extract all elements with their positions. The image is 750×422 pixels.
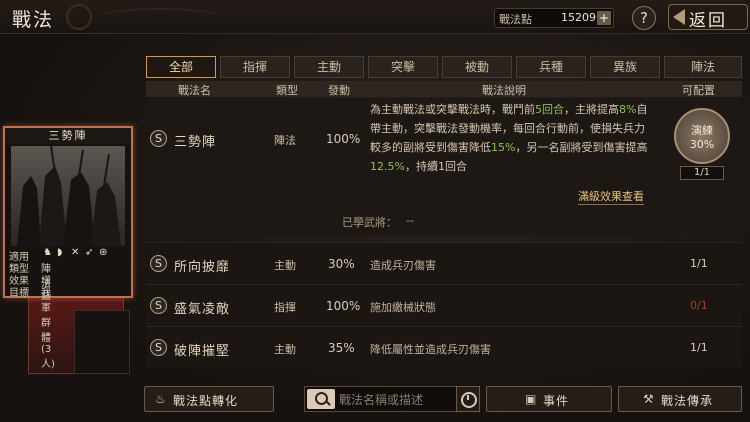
desc-text: ，主將提高 — [564, 103, 619, 116]
back-button[interactable]: 返回 — [668, 4, 748, 31]
tab-troop[interactable]: 兵種 — [516, 56, 586, 78]
train-button[interactable]: 演練 30% — [674, 108, 730, 164]
card-artwork — [11, 145, 125, 246]
add-points-button[interactable]: + — [597, 11, 611, 25]
search-input[interactable] — [339, 391, 451, 409]
tactic-availability: 0/1 — [690, 299, 708, 312]
back-arrow-icon — [673, 9, 685, 25]
desc-text: ，另一名副將受到傷害提高 — [515, 141, 648, 154]
tactic-name: 盛氣凌敵 — [174, 302, 231, 317]
tactic-card[interactable]: 三勢陣 適用 ♞ ◗ ✕ ➶ ⊛ 類型 陣法 效果 增益 目標 我軍群體(3人) — [3, 126, 133, 370]
tactic-points-value: 15209 — [561, 11, 596, 24]
tab-all[interactable]: 全部 — [146, 56, 216, 78]
col-name-header: 戰法名 — [178, 84, 211, 97]
tactic-points-label: 戰法點 — [499, 13, 532, 26]
table-row[interactable]: S 破陣摧堅 主動 35% 降低屬性並造成兵刃傷害 1/1 — [146, 326, 742, 368]
event-book-icon: ▣ — [525, 392, 537, 406]
tactic-inherit-button[interactable]: ⚒ 戰法傳承 — [618, 386, 742, 412]
grade-s-badge: S — [150, 130, 167, 147]
tab-assault[interactable]: 突擊 — [368, 56, 438, 78]
search-icon[interactable] — [307, 389, 335, 409]
col-desc-header: 戰法說明 — [482, 84, 526, 97]
tab-formation[interactable]: 陣法 — [664, 56, 742, 78]
learned-generals-value: -- — [406, 214, 414, 227]
grade-s-badge: S — [150, 255, 167, 272]
tactic-description: 造成兵刃傷害 — [370, 259, 436, 272]
search-bar — [304, 386, 480, 412]
tactic-type: 主動 — [274, 259, 296, 272]
desc-text: 為主動戰法或突擊戰法時，戰鬥前 — [370, 103, 535, 116]
card-title: 三勢陣 — [5, 128, 131, 144]
tactic-availability: 1/1 — [690, 341, 708, 354]
page-title: 戰法 — [12, 9, 55, 31]
clock-icon[interactable] — [456, 386, 480, 412]
swirl-ornament-icon — [66, 4, 92, 30]
help-button[interactable]: ? — [632, 6, 656, 30]
table-header: 戰法名 類型 發動 戰法說明 可配置 — [146, 81, 742, 97]
tactic-name: 三勢陣 — [174, 135, 217, 150]
grade-s-badge: S — [150, 339, 167, 356]
tactic-type: 指揮 — [274, 301, 296, 314]
grade-s-badge: S — [150, 297, 167, 314]
tactic-description: 降低屬性並造成兵刃傷害 — [370, 343, 491, 356]
cavalry-icon: ♞ — [43, 247, 52, 258]
convert-points-label: 戰法點轉化 — [173, 394, 239, 408]
col-rate-header: 發動 — [328, 84, 350, 97]
tactic-type: 陣法 — [274, 134, 296, 147]
soldiers-silhouette-icon — [17, 145, 121, 246]
desc-highlight: 5回合 — [535, 103, 564, 116]
table-row[interactable]: S 盛氣凌敵 指揮 100% 施加繳械狀態 0/1 — [146, 284, 742, 326]
table-row[interactable]: S 所向披靡 主動 30% 造成兵刃傷害 1/1 — [146, 242, 742, 284]
tactic-description: 施加繳械狀態 — [370, 301, 436, 314]
shield-icon: ◗ — [57, 247, 63, 258]
spear-icon: ➶ — [85, 247, 94, 258]
tab-passive[interactable]: 被動 — [442, 56, 512, 78]
desc-highlight: 12.5% — [370, 160, 405, 173]
tab-active[interactable]: 主動 — [294, 56, 364, 78]
convert-points-button[interactable]: ♨ 戰法點轉化 — [144, 386, 274, 412]
full-effect-link[interactable]: 滿級效果查看 — [578, 188, 644, 205]
tactic-name: 所向披靡 — [174, 260, 231, 275]
siege-icon: ⊛ — [99, 247, 108, 258]
desc-text: ，持續1回合 — [404, 160, 467, 173]
train-label: 演練 — [691, 124, 713, 137]
tactic-inherit-label: 戰法傳承 — [661, 394, 714, 408]
cloud-ornament-icon — [100, 8, 220, 26]
tactic-type: 主動 — [274, 343, 296, 356]
flame-icon: ♨ — [155, 392, 166, 406]
table-row-featured[interactable]: S 三勢陣 陣法 100% 為主動戰法或突擊戰法時，戰鬥前5回合，主將提高8%自… — [146, 98, 742, 236]
tab-command[interactable]: 指揮 — [220, 56, 290, 78]
tactic-description: 為主動戰法或突擊戰法時，戰鬥前5回合，主將提高8%自帶主動，突擊戰法發動機率，每… — [370, 100, 652, 176]
col-avail-header: 可配置 — [682, 84, 715, 97]
desc-highlight: 15% — [491, 141, 516, 154]
train-progress: 30% — [689, 138, 715, 151]
tab-foreign[interactable]: 異族 — [590, 56, 660, 78]
tactic-rate: 100% — [326, 132, 361, 146]
tactic-name: 破陣摧堅 — [174, 344, 231, 359]
train-count: 1/1 — [680, 166, 724, 180]
events-button[interactable]: ▣ 事件 — [486, 386, 612, 412]
tactic-availability: 1/1 — [690, 257, 708, 270]
tactic-rate: 30% — [328, 257, 355, 271]
prop-value: 我軍群體(3人) — [41, 288, 55, 370]
hammer-icon: ⚒ — [643, 392, 654, 406]
category-tabs: 全部 指揮 主動 突擊 被動 兵種 異族 陣法 — [146, 56, 742, 78]
tactic-rate: 35% — [328, 341, 355, 355]
col-type-header: 類型 — [276, 84, 298, 97]
header-bar: 戰法 戰法點 15209 + ? 返回 — [0, 0, 750, 34]
prop-key: 目標 — [9, 288, 29, 299]
events-label: 事件 — [543, 394, 570, 408]
desc-highlight: 8% — [619, 103, 637, 116]
tactic-points-display: 戰法點 15209 + — [494, 8, 614, 28]
learned-generals-label: 已學武將： — [342, 216, 397, 229]
crossbow-icon: ✕ — [71, 247, 80, 258]
back-label: 返回 — [689, 11, 727, 31]
tactic-rate: 100% — [326, 299, 361, 313]
card-back-dark — [74, 310, 130, 374]
